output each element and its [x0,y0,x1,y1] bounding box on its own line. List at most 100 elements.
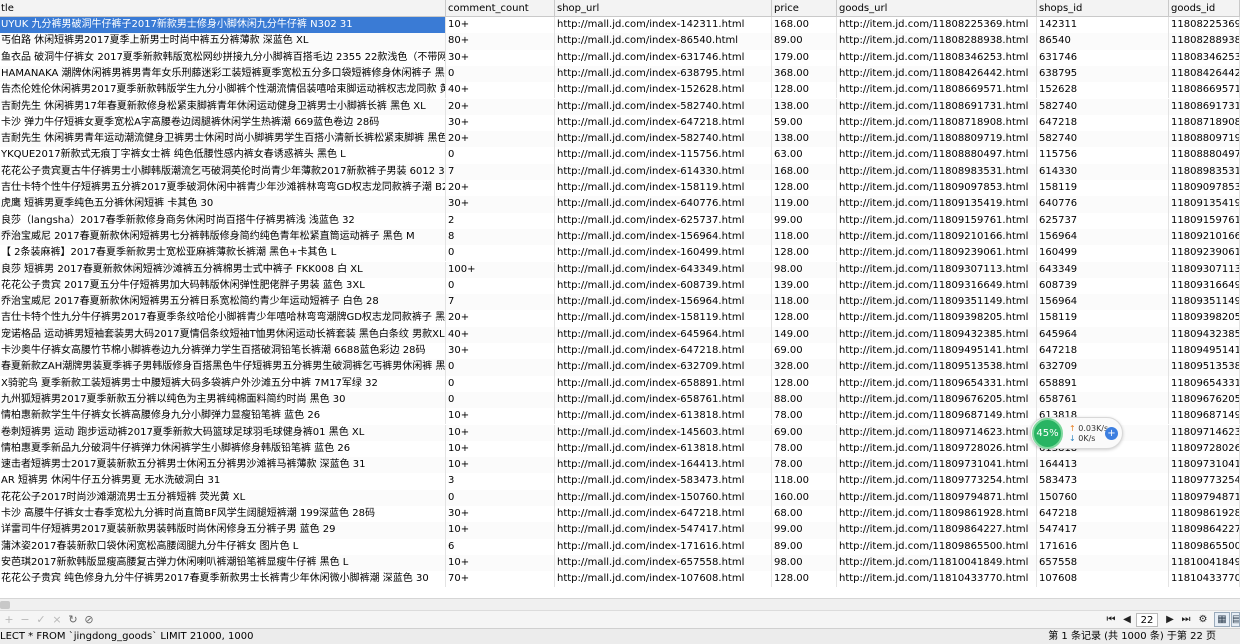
page-number-input[interactable] [1136,613,1158,627]
cell-goods-url[interactable]: http://item.jd.com/11809731041.html [838,457,1037,474]
cell-price[interactable]: 160.00 [773,489,837,506]
cell-comment-count[interactable]: 10+ [447,440,555,458]
cell-price[interactable]: 118.00 [773,294,837,311]
cell-goods-url[interactable]: http://item.jd.com/11809210166.html [838,228,1037,246]
cell-comment-count[interactable]: 30+ [447,114,555,132]
cell-shops-id[interactable]: 647218 [1038,343,1169,360]
table-row[interactable]: 乔治宝威尼 2017春夏新款休闲短裤男五分裤日系宽松简约青少年运动短裤子 白色 … [0,294,1240,311]
cell-goods-url[interactable]: http://item.jd.com/11808669571.html [838,82,1037,99]
cell-shops-id[interactable]: 632709 [1038,359,1169,376]
table-row[interactable]: 花花公子贵宾 纯色修身九分牛仔裤男2017春夏季新款男士长裤青少年休闲微小脚裤潮… [0,571,1240,588]
cell-title[interactable]: HAMANAKA 潮牌休闲裤男裤男青年女乐刑藤迷彩工装短裤夏季宽松五分多口袋短裤… [0,65,446,83]
column-header-goods-url[interactable]: goods_url [838,0,1037,16]
cell-comment-count[interactable]: 0 [447,65,555,83]
widget-expand-icon[interactable]: + [1105,427,1118,440]
cell-goods-url[interactable]: http://item.jd.com/11808288938.html [838,33,1037,50]
cell-goods-id[interactable]: 11809432385 [1170,326,1240,343]
cell-comment-count[interactable]: 10+ [447,457,555,474]
cell-shop-url[interactable]: http://mall.jd.com/index-150760.html [556,489,772,506]
cell-price[interactable]: 89.00 [773,538,837,555]
cell-shop-url[interactable]: http://mall.jd.com/index-583473.html [556,473,772,490]
column-header-price[interactable]: price [773,0,837,16]
cell-price[interactable]: 328.00 [773,359,837,376]
cell-goods-url[interactable]: http://item.jd.com/11809654331.html [838,375,1037,392]
cell-goods-url[interactable]: http://item.jd.com/11808691731.html [838,98,1037,115]
cell-shops-id[interactable]: 164413 [1038,457,1169,474]
cell-shops-id[interactable]: 614330 [1038,163,1169,180]
cell-title[interactable]: 卡沙奥牛仔裤女高腰竹节棉小脚裤卷边九分裤弹力学生百搭破洞铅笔长裤潮 6688蓝色… [0,343,446,360]
table-row[interactable]: 吉耐先生 休闲裤男青年运动潮流健身卫裤男士休闲时尚小脚裤男学生百搭小清新长裤松紧… [0,131,1240,148]
cell-comment-count[interactable]: 70+ [447,571,555,588]
cell-goods-id[interactable]: 11809773254 [1170,473,1240,490]
cell-shops-id[interactable]: 625737 [1038,212,1169,229]
cell-title[interactable]: 安芭琪2017新款韩版显瘦高腰复古弹力休闲喇叭裤潮铅笔裤显瘦牛仔裤 黑色 L [0,554,446,572]
table-row[interactable]: YKQUE2017新款式无痕丁字裤女士裤 纯色低腰性感内裤女春诱惑裤头 黑色 L… [0,147,1240,164]
cell-shop-url[interactable]: http://mall.jd.com/index-645964.html [556,326,772,343]
cell-price[interactable]: 69.00 [773,424,837,441]
cell-price[interactable]: 128.00 [773,310,837,327]
cell-comment-count[interactable]: 0 [447,391,555,409]
cell-title[interactable]: 详雷司牛仔短裤男2017夏装新款男装韩版时尚休闲修身五分裤子男 蓝色 29 [0,522,446,539]
cell-comment-count[interactable]: 7 [447,163,555,180]
cell-shops-id[interactable]: 150760 [1038,489,1169,506]
cell-shops-id[interactable]: 115756 [1038,147,1169,164]
discard-changes-icon[interactable]: × [50,613,64,627]
cell-shop-url[interactable]: http://mall.jd.com/index-608739.html [556,277,772,295]
cell-shop-url[interactable]: http://mall.jd.com/index-156964.html [556,228,772,246]
cell-comment-count[interactable]: 20+ [447,310,555,327]
cell-goods-url[interactable]: http://item.jd.com/11808225369.html [838,17,1037,34]
cell-comment-count[interactable]: 0 [447,147,555,164]
cell-goods-url[interactable]: http://item.jd.com/11809714623.html [838,424,1037,441]
cell-goods-url[interactable]: http://item.jd.com/11809864227.html [838,522,1037,539]
cell-comment-count[interactable]: 40+ [447,82,555,99]
cell-shop-url[interactable]: http://mall.jd.com/index-547417.html [556,522,772,539]
cell-goods-url[interactable]: http://item.jd.com/11809432385.html [838,326,1037,343]
cell-title[interactable]: 丐伯路 休闲短裤男2017夏季上新男士时尚中裤五分裤薄款 深蓝色 XL [0,33,446,50]
cell-goods-url[interactable]: http://item.jd.com/11809794871.html [838,489,1037,506]
cell-goods-id[interactable]: 11809351149 [1170,294,1240,311]
column-header-goods-id[interactable]: goods_id [1170,0,1240,16]
cell-title[interactable]: 卷刺短裤男 运动 跑步运动裤2017夏季新款大码篮球足球羽毛球健身裤01 黑色 … [0,424,446,441]
cell-title[interactable]: 蒲沐姿2017春装新款口袋休闲宽松高腰阔腿九分牛仔裤女 图片色 L [0,538,446,555]
cell-shops-id[interactable]: 158119 [1038,310,1169,327]
horizontal-scrollbar[interactable] [0,598,1240,610]
cell-goods-id[interactable]: 11809210166 [1170,228,1240,246]
cell-shops-id[interactable]: 107608 [1038,571,1169,588]
cell-goods-id[interactable]: 11808691731 [1170,98,1240,115]
cell-shop-url[interactable]: http://mall.jd.com/index-658891.html [556,375,772,392]
table-row[interactable]: 花花公子贵宾夏古牛仔裤男士小脚韩版潮流乞丐破洞英伦时尚青少年薄款2017新款裤子… [0,163,1240,180]
cell-comment-count[interactable]: 20+ [447,180,555,197]
cell-comment-count[interactable]: 80+ [447,33,555,50]
cell-title[interactable]: 乔治宝威尼 2017春夏新款休闲短裤男七分裤韩版修身简约纯色青年松紧直筒运动裤子… [0,228,446,246]
cell-title[interactable]: 速击者短裤男士2017夏装新款五分裤男士休闲五分裤男沙滩裤马裤薄款 深蓝色 31 [0,457,446,474]
cell-price[interactable]: 149.00 [773,326,837,343]
add-record-icon[interactable]: + [2,613,16,627]
cell-title[interactable]: 九州狐短裤男2017夏季新款五分裤以纯色为主男裤纯棉面料简约时尚 黑色 30 [0,391,446,409]
cell-shops-id[interactable]: 582740 [1038,131,1169,148]
column-header-title[interactable]: tle [0,0,446,16]
cell-comment-count[interactable]: 30+ [447,49,555,66]
cell-goods-id[interactable]: 11809676205 [1170,391,1240,409]
cell-goods-url[interactable]: http://item.jd.com/11809865500.html [838,538,1037,555]
cell-goods-url[interactable]: http://item.jd.com/11809495141.html [838,343,1037,360]
cell-price[interactable]: 139.00 [773,277,837,295]
table-row[interactable]: 虎鹰 短裤男夏季纯色五分裤休闲短裤 卡其色 30 30+ http://mall.j… [0,196,1240,213]
prev-page-icon[interactable]: ◀ [1120,613,1134,627]
cell-goods-id[interactable]: 11809654331 [1170,375,1240,392]
cell-shops-id[interactable]: 547417 [1038,522,1169,539]
cell-title[interactable]: 花花公子2017时尚沙滩潮流男士五分裤短裤 荧光黄 XL [0,489,446,506]
cell-shop-url[interactable]: http://mall.jd.com/index-643349.html [556,261,772,278]
cell-shop-url[interactable]: http://mall.jd.com/index-158119.html [556,310,772,327]
table-row[interactable]: 丐伯路 休闲短裤男2017夏季上新男士时尚中裤五分裤薄款 深蓝色 XL 80+ ht… [0,33,1240,50]
cell-goods-url[interactable]: http://item.jd.com/11809687149.html [838,408,1037,425]
cell-price[interactable]: 168.00 [773,17,837,34]
cell-goods-url[interactable]: http://item.jd.com/11809861928.html [838,506,1037,523]
cell-goods-url[interactable]: http://item.jd.com/11809398205.html [838,310,1037,327]
cell-comment-count[interactable]: 40+ [447,326,555,343]
cell-goods-id[interactable]: 11810433770 [1170,571,1240,588]
cell-comment-count[interactable]: 30+ [447,343,555,360]
cell-goods-url[interactable]: http://item.jd.com/11808426442.html [838,65,1037,83]
table-row[interactable]: 卡沙 弹力牛仔短裤女夏季宽松A字高腰卷边阔腿裤休闲学生热裤潮 669蓝色卷边 2… [0,114,1240,132]
cell-title[interactable]: 花花公子贵宾 纯色修身九分牛仔裤男2017春夏季新款男士长裤青少年休闲微小脚裤潮… [0,571,446,588]
cell-comment-count[interactable]: 10+ [447,554,555,572]
